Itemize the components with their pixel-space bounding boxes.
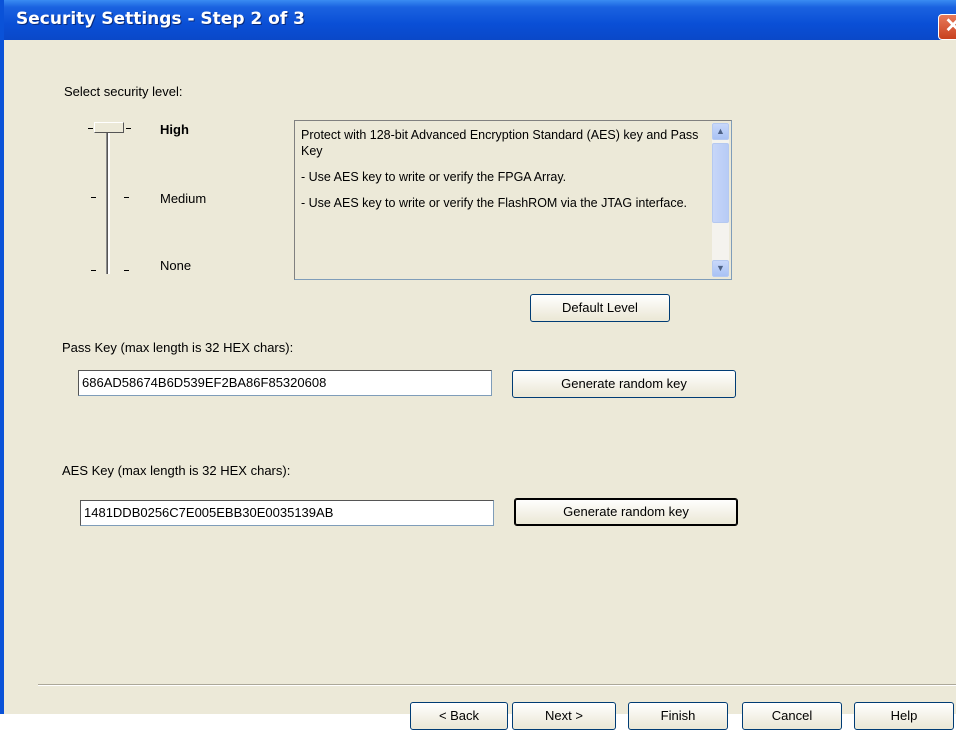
window-title: Security Settings - Step 2 of 3 bbox=[16, 9, 305, 29]
dialog-body: Select security level: High Medium None … bbox=[8, 40, 956, 730]
description-line: Protect with 128-bit Advanced Encryption… bbox=[301, 128, 699, 158]
description-line: - Use AES key to write or verify the Fla… bbox=[301, 196, 688, 210]
title-bar: Security Settings - Step 2 of 3 ✕ bbox=[4, 0, 956, 40]
generate-aes-key-button[interactable]: Generate random key bbox=[514, 498, 738, 526]
pass-key-field[interactable]: 686AD58674B6D539EF2BA86F85320608 bbox=[78, 370, 492, 396]
scroll-thumb[interactable] bbox=[712, 143, 729, 223]
slider-track[interactable] bbox=[106, 128, 110, 274]
help-button[interactable]: Help bbox=[854, 702, 954, 730]
footer-separator bbox=[38, 684, 956, 686]
description-scrollbar[interactable]: ▲ ▼ bbox=[712, 123, 729, 277]
finish-button[interactable]: Finish bbox=[628, 702, 728, 730]
slider-tick bbox=[88, 128, 93, 129]
slider-tick bbox=[91, 197, 96, 198]
default-level-button[interactable]: Default Level bbox=[530, 294, 670, 322]
level-high-label[interactable]: High bbox=[160, 122, 189, 137]
slider-thumb[interactable] bbox=[94, 122, 124, 133]
aes-key-field[interactable]: 1481DDB0256C7E005EBB30E0035139AB bbox=[80, 500, 494, 526]
aes-key-label: AES Key (max length is 32 HEX chars): bbox=[62, 463, 291, 478]
up-arrow-icon: ▲ bbox=[716, 126, 725, 136]
slider-tick bbox=[124, 197, 129, 198]
back-button[interactable]: < Back bbox=[410, 702, 508, 730]
scroll-down-button[interactable]: ▼ bbox=[712, 260, 729, 277]
level-none-label[interactable]: None bbox=[160, 258, 191, 273]
close-button[interactable]: ✕ bbox=[938, 14, 956, 40]
description-line: - Use AES key to write or verify the FPG… bbox=[301, 170, 567, 184]
level-description-box: Protect with 128-bit Advanced Encryption… bbox=[294, 120, 732, 280]
level-medium-label[interactable]: Medium bbox=[160, 191, 206, 206]
slider-tick bbox=[124, 270, 129, 271]
next-button[interactable]: Next > bbox=[512, 702, 616, 730]
slider-tick bbox=[126, 128, 131, 129]
scroll-up-button[interactable]: ▲ bbox=[712, 123, 729, 140]
cancel-button[interactable]: Cancel bbox=[742, 702, 842, 730]
generate-pass-key-button[interactable]: Generate random key bbox=[512, 370, 736, 398]
security-settings-dialog: Security Settings - Step 2 of 3 ✕ Select… bbox=[0, 0, 956, 730]
down-arrow-icon: ▼ bbox=[716, 263, 725, 273]
close-icon: ✕ bbox=[944, 15, 956, 37]
security-level-heading: Select security level: bbox=[64, 84, 183, 99]
level-description: Protect with 128-bit Advanced Encryption… bbox=[301, 127, 711, 221]
pass-key-label: Pass Key (max length is 32 HEX chars): bbox=[62, 340, 294, 355]
slider-tick bbox=[91, 270, 96, 271]
